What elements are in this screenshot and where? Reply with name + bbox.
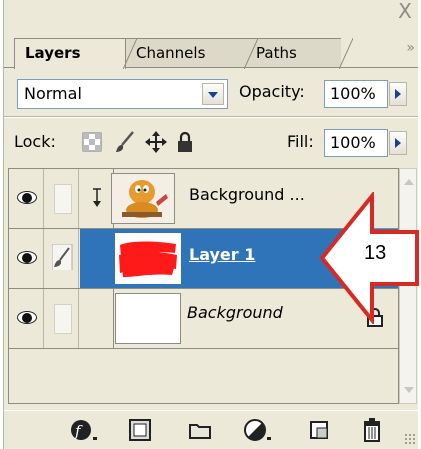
lock-row: Lock: Fill: 100%: [4, 124, 418, 162]
resize-grip-icon[interactable]: [404, 433, 416, 445]
fill-field[interactable]: 100%: [324, 129, 388, 157]
visibility-toggle[interactable]: [9, 169, 44, 228]
link-cell[interactable]: [44, 169, 79, 228]
new-group-icon[interactable]: [189, 421, 211, 443]
tab-layers[interactable]: Layers: [14, 38, 137, 69]
visibility-toggle[interactable]: [9, 229, 44, 288]
layer-name[interactable]: Layer 1: [189, 245, 255, 264]
lock-transparent-icon[interactable]: [82, 132, 102, 156]
eye-icon: [17, 311, 37, 324]
opacity-label: Opacity:: [239, 82, 305, 101]
tab-paths[interactable]: Paths: [246, 38, 353, 69]
panel-tabs: Paths Channels Layers: [4, 34, 418, 69]
opacity-slider-arrow-icon[interactable]: [389, 82, 407, 106]
lock-all-icon[interactable]: [176, 131, 194, 157]
layer-name[interactable]: Background ...: [189, 185, 305, 204]
active-layer-brush-cell[interactable]: [44, 229, 79, 288]
layers-bottom-toolbar: f: [4, 410, 418, 449]
scroll-up-icon[interactable]: [404, 179, 414, 185]
panel-title-bar: X: [4, 0, 418, 34]
layer-name[interactable]: Background: [187, 303, 283, 322]
close-icon[interactable]: X: [394, 0, 416, 22]
layer-mask-icon[interactable]: [129, 419, 151, 445]
link-cell[interactable]: [44, 289, 79, 348]
blend-row: Normal Opacity: 100%: [4, 72, 418, 112]
new-layer-icon[interactable]: [309, 420, 329, 444]
panel-menu-icon[interactable]: »: [406, 40, 414, 56]
eye-icon: [17, 251, 37, 264]
tab-label: Channels: [136, 44, 206, 62]
blend-mode-select[interactable]: Normal: [17, 79, 228, 109]
layer-thumbnail: [111, 173, 175, 224]
layer-thumbnail: [115, 293, 181, 344]
step-number: 13: [364, 242, 387, 264]
lock-pixels-brush-icon[interactable]: [114, 130, 136, 158]
adjustment-layer-icon[interactable]: [244, 417, 274, 447]
tab-label: Layers: [25, 44, 81, 62]
opacity-field[interactable]: 100%: [324, 80, 388, 108]
trash-icon[interactable]: [362, 417, 382, 447]
layer-thumbnail: [115, 233, 181, 284]
step-callout: 13: [319, 190, 420, 326]
lock-position-move-icon[interactable]: [144, 130, 168, 158]
fill-label: Fill:: [287, 132, 314, 151]
fill-slider-arrow-icon[interactable]: [389, 131, 407, 155]
eye-icon: [17, 191, 37, 204]
scroll-down-icon[interactable]: [404, 387, 414, 393]
brush-icon: [51, 243, 74, 274]
tab-channels[interactable]: Channels: [126, 38, 258, 69]
blend-mode-value: Normal: [24, 84, 82, 103]
lock-label: Lock:: [14, 132, 56, 151]
visibility-toggle[interactable]: [9, 289, 44, 348]
chevron-down-icon[interactable]: [202, 83, 224, 105]
clipping-arrow-icon: [91, 187, 103, 213]
layer-style-icon[interactable]: f: [70, 417, 100, 447]
tab-label: Paths: [256, 44, 297, 62]
